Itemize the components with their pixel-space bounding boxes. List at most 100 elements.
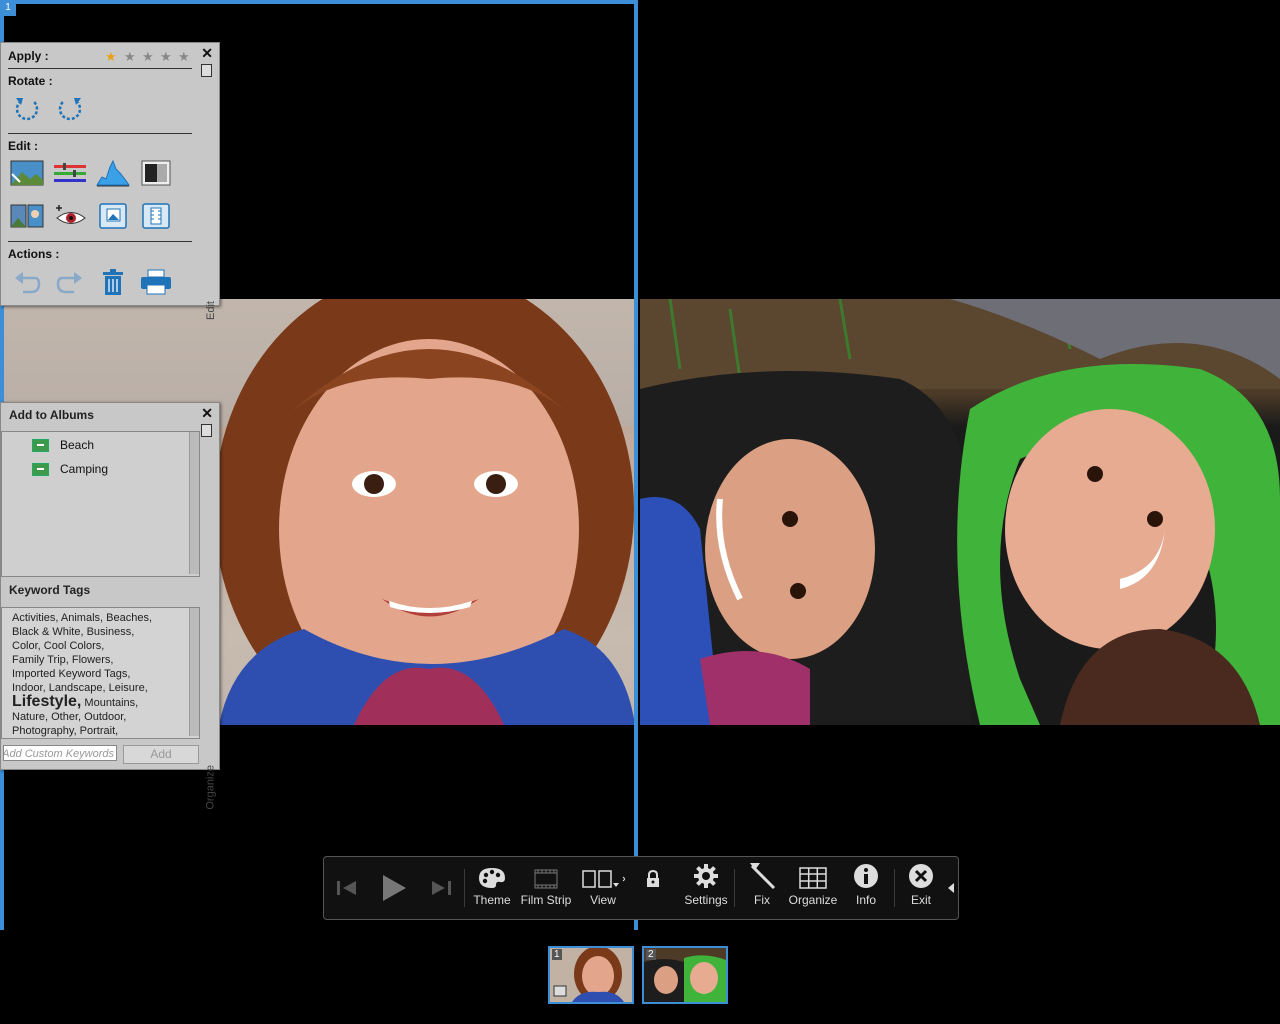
rating-star-1[interactable]: ★ — [105, 49, 117, 65]
video-edit-icon[interactable] — [139, 201, 173, 231]
organize-label: Organize — [788, 893, 838, 907]
album-icon — [32, 462, 49, 476]
levels-icon[interactable] — [53, 158, 87, 188]
info-icon — [854, 864, 878, 888]
thumb-image — [550, 948, 632, 1002]
play-button[interactable] — [376, 857, 412, 919]
contrast-icon[interactable] — [139, 158, 173, 188]
full-edit-icon[interactable] — [96, 201, 130, 231]
slideshow-control-bar: Theme Film Strip View Settings Fix Organ… — [323, 856, 959, 920]
settings-label: Settings — [684, 893, 728, 907]
organize-panel: Add to Albums ✕ Beach Camping Keyword Ta… — [0, 402, 220, 810]
rotate-left-icon[interactable] — [10, 93, 44, 123]
separator — [464, 869, 465, 907]
keyword-line[interactable]: Photography, Portrait, — [12, 724, 193, 738]
printer-icon[interactable] — [139, 267, 173, 297]
theme-button[interactable]: Theme — [470, 857, 514, 919]
view-label: View — [590, 893, 616, 907]
theme-label: Theme — [473, 893, 511, 907]
edit-tab-label[interactable]: Edit — [205, 301, 217, 320]
close-icon[interactable]: ✕ — [201, 45, 213, 62]
lock-icon — [647, 870, 659, 887]
album-label: Camping — [60, 462, 109, 476]
edit-label: Edit : — [8, 139, 38, 153]
film-strip-button[interactable]: Film Strip — [518, 857, 574, 919]
pin-icon[interactable] — [201, 424, 212, 437]
album-item-camping[interactable]: Camping — [32, 462, 108, 476]
view-layout-icon — [582, 870, 625, 888]
collapse-bar-button[interactable] — [946, 857, 956, 919]
film-strip-icon — [534, 869, 558, 889]
filmstrip-thumb-2[interactable]: 2 — [642, 946, 728, 1004]
next-button[interactable] — [426, 857, 456, 919]
rotate-right-icon[interactable] — [53, 93, 87, 123]
keyword-tags-cloud: Activities, Animals, Beaches, Black & Wh… — [1, 607, 200, 739]
previous-icon — [337, 881, 356, 895]
sleeping-bags-illustration — [640, 299, 1280, 725]
trash-icon[interactable] — [96, 267, 130, 297]
albums-scrollbar[interactable] — [189, 432, 199, 574]
organize-tab-label[interactable]: Organize — [205, 765, 217, 810]
divider — [8, 241, 192, 242]
palette-icon — [479, 868, 505, 888]
redo-icon[interactable] — [53, 267, 87, 297]
album-item-beach[interactable]: Beach — [32, 438, 94, 452]
keyword-line[interactable]: Mountains, — [84, 697, 138, 709]
thumb-number: 1 — [552, 949, 562, 960]
gear-icon — [694, 864, 718, 888]
fix-button[interactable]: Fix — [740, 857, 784, 919]
album-label: Beach — [60, 438, 95, 452]
pin-icon[interactable] — [201, 64, 212, 77]
chevron-left-icon — [948, 883, 954, 893]
add-keyword-button[interactable]: Add — [123, 745, 199, 764]
keywords-scrollbar[interactable] — [189, 608, 199, 736]
rating-star-5[interactable]: ★ — [178, 49, 190, 65]
rating-star-3[interactable]: ★ — [142, 49, 154, 65]
keyword-line[interactable]: Activities, Animals, Beaches, — [12, 611, 193, 625]
exit-button[interactable]: Exit — [900, 857, 942, 919]
album-icon — [32, 438, 49, 452]
settings-button[interactable]: Settings — [680, 857, 732, 919]
divider — [8, 68, 192, 69]
keyword-line[interactable]: Family Trip, Flowers, — [12, 653, 193, 667]
albums-title: Add to Albums — [9, 408, 94, 422]
keyword-line[interactable]: Imported Keyword Tags, — [12, 667, 193, 681]
rating-star-4[interactable]: ★ — [160, 49, 172, 65]
close-icon[interactable]: ✕ — [201, 405, 213, 422]
filmstrip-thumb-1[interactable]: 1 — [548, 946, 634, 1004]
fix-wand-icon — [750, 863, 776, 889]
view-button[interactable]: View — [578, 857, 628, 919]
separator — [894, 869, 895, 907]
custom-keyword-input[interactable]: Add Custom Keywords — [3, 745, 117, 761]
info-button[interactable]: Info — [844, 857, 888, 919]
lock-button[interactable] — [638, 857, 668, 919]
actions-label: Actions : — [8, 247, 60, 261]
next-icon — [432, 881, 451, 895]
albums-list: Beach Camping — [1, 431, 200, 577]
red-eye-icon[interactable] — [53, 201, 87, 231]
auto-smart-fix-icon[interactable] — [10, 158, 44, 188]
separator — [734, 869, 735, 907]
keyword-line[interactable]: Black & White, Business, — [12, 625, 193, 639]
exit-label: Exit — [910, 893, 931, 907]
rating-star-2[interactable]: ★ — [124, 49, 136, 65]
keyword-line[interactable]: Color, Cool Colors, — [12, 639, 193, 653]
keyword-lifestyle[interactable]: Lifestyle, — [12, 693, 81, 710]
pane-number-badge: 1 — [0, 0, 16, 16]
fix-label: Fix — [754, 893, 770, 907]
keyword-line[interactable]: Nature, Other, Outdoor, — [12, 710, 193, 724]
photomerge-icon[interactable] — [10, 201, 44, 231]
film-strip-label: Film Strip — [520, 893, 572, 907]
photo-girls-sleeping-bags — [640, 299, 1280, 725]
thumb-number: 2 — [646, 949, 656, 960]
info-label: Info — [855, 893, 876, 907]
play-icon — [383, 875, 406, 901]
exit-icon — [909, 864, 933, 888]
histogram-icon[interactable] — [96, 158, 130, 188]
previous-button[interactable] — [332, 857, 362, 919]
quick-edit-panel: Apply : ★ ★ ★ ★ ★ ✕ Rotate : Edit : Acti… — [0, 42, 220, 320]
undo-icon[interactable] — [10, 267, 44, 297]
thumb-image — [644, 948, 726, 1002]
divider — [8, 133, 192, 134]
organize-button[interactable]: Organize — [786, 857, 840, 919]
